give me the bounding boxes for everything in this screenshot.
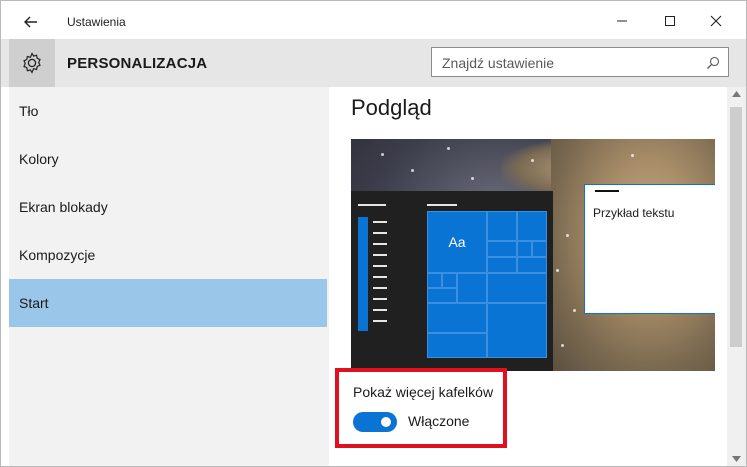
back-button[interactable] bbox=[15, 9, 47, 35]
app-list-line bbox=[373, 320, 387, 322]
sidebar: Tło Kolory Ekran blokady Kompozycje Star… bbox=[9, 87, 329, 466]
app-list-line bbox=[373, 232, 387, 234]
scrollbar[interactable] bbox=[727, 87, 746, 466]
tile bbox=[487, 273, 547, 303]
gear-icon bbox=[23, 52, 41, 74]
back-arrow-icon bbox=[24, 16, 37, 28]
search-input[interactable]: Znajdź ustawienie bbox=[431, 47, 729, 77]
app-list-line bbox=[373, 298, 387, 300]
app-list-bar bbox=[358, 217, 368, 331]
window-title: Ustawienia bbox=[67, 15, 126, 29]
search-icon[interactable] bbox=[706, 56, 720, 70]
scroll-down-icon[interactable] bbox=[732, 456, 741, 462]
tile bbox=[517, 211, 547, 241]
tile bbox=[517, 257, 547, 273]
tile bbox=[487, 211, 517, 241]
tile bbox=[487, 303, 547, 358]
page-title: PERSONALIZACJA bbox=[67, 55, 208, 72]
maximize-button[interactable] bbox=[647, 5, 693, 37]
snowflake bbox=[631, 154, 634, 157]
start-menu-preview: Aa bbox=[351, 191, 553, 371]
close-button[interactable] bbox=[693, 5, 739, 37]
app-list-line bbox=[373, 287, 387, 289]
app-list-line bbox=[373, 309, 387, 311]
tile bbox=[442, 273, 457, 288]
scrollbar-thumb[interactable] bbox=[730, 107, 742, 347]
search-placeholder: Znajdź ustawienie bbox=[442, 55, 555, 71]
tile bbox=[487, 257, 517, 273]
sidebar-item-label: Tło bbox=[19, 103, 39, 119]
scroll-up-icon[interactable] bbox=[732, 91, 741, 97]
window-title-line bbox=[595, 190, 619, 192]
title-bar: Ustawienia bbox=[1, 1, 746, 41]
tile bbox=[457, 273, 487, 303]
sidebar-item-label: Ekran blokady bbox=[19, 199, 108, 215]
highlight-box bbox=[335, 368, 507, 448]
snowflake bbox=[381, 153, 384, 156]
sidebar-item-label: Kolory bbox=[19, 151, 59, 167]
snowflake bbox=[573, 309, 576, 312]
start-menu-line bbox=[427, 204, 457, 206]
sample-text: Przykład tekstu bbox=[593, 206, 675, 220]
sidebar-item-label: Kompozycje bbox=[19, 247, 96, 263]
tile bbox=[427, 288, 457, 303]
snowflake bbox=[447, 147, 450, 150]
settings-window: Ustawienia PERSONALIZACJA Znajdź ustawie… bbox=[0, 0, 747, 467]
section-heading: Podgląd bbox=[351, 95, 432, 120]
app-list-line bbox=[373, 254, 387, 256]
tile bbox=[427, 273, 442, 288]
tile bbox=[532, 241, 547, 257]
app-list-line bbox=[373, 265, 387, 267]
snowflake bbox=[471, 177, 474, 180]
sidebar-item-start[interactable]: Start bbox=[9, 279, 327, 327]
snowflake bbox=[556, 269, 559, 272]
app-list-line bbox=[373, 276, 387, 278]
sidebar-item-label: Start bbox=[19, 295, 49, 311]
home-button[interactable] bbox=[9, 39, 55, 87]
snowflake bbox=[566, 234, 569, 237]
snowflake bbox=[561, 344, 564, 347]
sidebar-item-ekran-blokady[interactable]: Ekran blokady bbox=[9, 183, 327, 231]
start-preview-image: Aa Przykład tekstu bbox=[351, 139, 715, 371]
sidebar-item-kolory[interactable]: Kolory bbox=[9, 135, 327, 183]
start-menu-line bbox=[358, 204, 386, 206]
sidebar-item-kompozycje[interactable]: Kompozycje bbox=[9, 231, 327, 279]
snowflake bbox=[411, 169, 414, 172]
tile-large: Aa bbox=[427, 211, 487, 273]
tile bbox=[427, 333, 487, 358]
app-list-line bbox=[373, 221, 387, 223]
snowflake bbox=[531, 159, 534, 162]
app-list-line bbox=[373, 243, 387, 245]
tile bbox=[487, 241, 517, 257]
close-icon bbox=[710, 15, 722, 27]
minimize-button[interactable] bbox=[599, 5, 645, 37]
sidebar-item-tlo[interactable]: Tło bbox=[9, 87, 327, 135]
maximize-icon bbox=[665, 16, 675, 26]
tile bbox=[517, 241, 532, 257]
tile-label: Aa bbox=[448, 234, 466, 250]
page-header: PERSONALIZACJA Znajdź ustawienie bbox=[1, 39, 746, 87]
tile bbox=[427, 303, 487, 333]
minimize-icon bbox=[617, 20, 627, 22]
app-window-preview: Przykład tekstu bbox=[584, 184, 715, 314]
